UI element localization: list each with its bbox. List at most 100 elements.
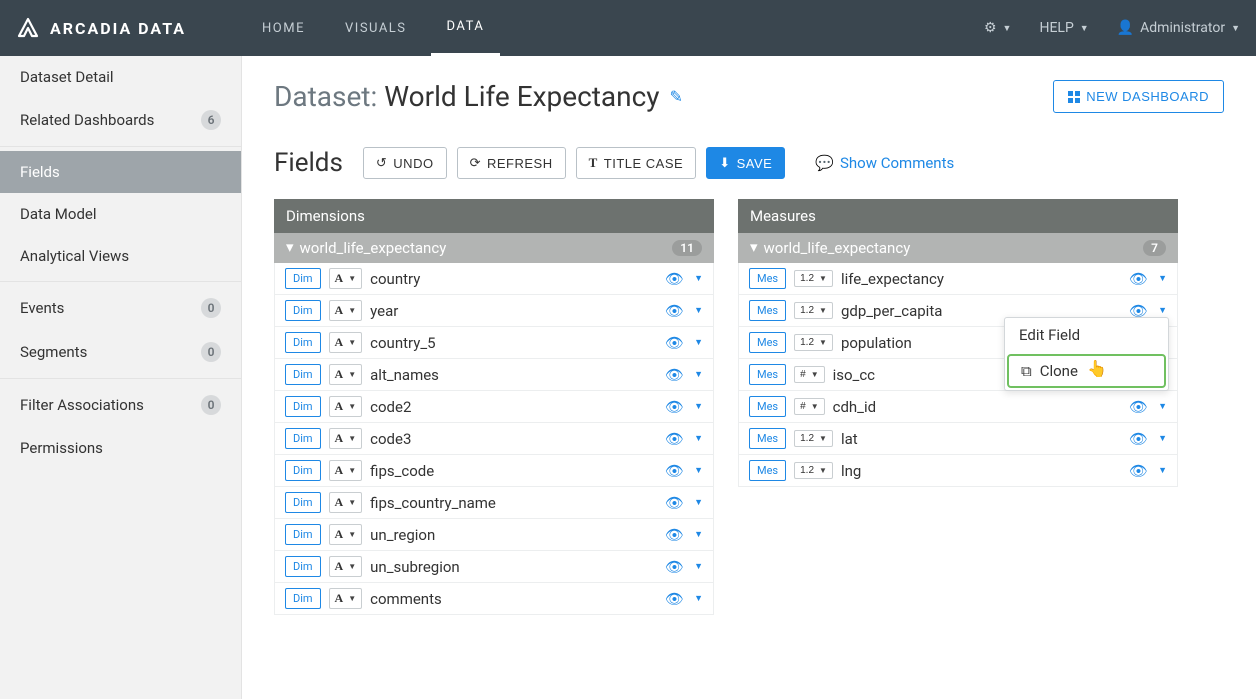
menu-edit-field[interactable]: Edit Field: [1005, 318, 1168, 352]
field-menu-caret[interactable]: ▼: [694, 337, 703, 348]
type-selector[interactable]: A▼: [329, 428, 363, 449]
sidebar-item-aviews[interactable]: Analytical Views: [0, 235, 241, 277]
field-menu-caret[interactable]: ▼: [694, 401, 703, 412]
field-menu-caret[interactable]: ▼: [694, 497, 703, 508]
field-menu-caret[interactable]: ▼: [1158, 401, 1167, 412]
undo-label: UNDO: [393, 156, 433, 171]
field-menu-caret[interactable]: ▼: [1158, 465, 1167, 476]
dim-tag: Dim: [285, 492, 321, 513]
field-menu-caret[interactable]: ▼: [694, 465, 703, 476]
type-selector[interactable]: A▼: [329, 556, 363, 577]
type-selector[interactable]: #▼: [794, 398, 824, 415]
visibility-icon[interactable]: 👁: [1129, 430, 1148, 448]
fields-heading: Fields: [274, 148, 343, 178]
visibility-icon[interactable]: 👁: [665, 526, 684, 544]
titlecase-button[interactable]: TTITLE CASE: [576, 147, 697, 179]
visibility-icon[interactable]: 👁: [1129, 270, 1148, 288]
visibility-icon[interactable]: 👁: [665, 462, 684, 480]
field-row: DimA▼fips_country_name👁▼: [274, 487, 714, 519]
gear-icon: ⚙: [984, 20, 997, 36]
brand-logo-icon: [16, 16, 40, 40]
field-menu-caret[interactable]: ▼: [694, 529, 703, 540]
dim-tag: Dim: [285, 524, 321, 545]
nav-data[interactable]: DATA: [431, 0, 501, 56]
field-menu-caret[interactable]: ▼: [694, 369, 703, 380]
field-menu-caret[interactable]: ▼: [694, 561, 703, 572]
visibility-icon[interactable]: 👁: [665, 590, 684, 608]
sidebar-item-detail[interactable]: Dataset Detail: [0, 56, 241, 98]
field-menu-caret[interactable]: ▼: [694, 273, 703, 284]
group-name: world_life_expectancy: [764, 239, 911, 257]
mes-tag: Mes: [749, 364, 786, 385]
type-selector[interactable]: A▼: [329, 588, 363, 609]
type-selector[interactable]: A▼: [329, 460, 363, 481]
measures-panel: Measures ▾world_life_expectancy 7 Mes1.2…: [738, 199, 1178, 615]
type-selector[interactable]: 1.2▼: [794, 302, 833, 319]
measures-group-header[interactable]: ▾world_life_expectancy 7: [738, 233, 1178, 263]
mes-tag: Mes: [749, 396, 786, 417]
type-selector[interactable]: 1.2▼: [794, 334, 833, 351]
type-selector[interactable]: 1.2▼: [794, 430, 833, 447]
visibility-icon[interactable]: 👁: [1129, 462, 1148, 480]
field-menu-caret[interactable]: ▼: [1158, 305, 1167, 316]
visibility-icon[interactable]: 👁: [665, 494, 684, 512]
count-badge: 0: [201, 298, 221, 318]
visibility-icon[interactable]: 👁: [1129, 398, 1148, 416]
type-selector[interactable]: A▼: [329, 524, 363, 545]
nav-home[interactable]: HOME: [246, 0, 321, 56]
field-name: un_subregion: [370, 558, 657, 576]
new-dashboard-button[interactable]: NEW DASHBOARD: [1053, 80, 1224, 113]
type-selector[interactable]: 1.2▼: [794, 462, 833, 479]
field-menu-caret[interactable]: ▼: [694, 305, 703, 316]
visibility-icon[interactable]: 👁: [665, 558, 684, 576]
save-button[interactable]: ⬇SAVE: [706, 147, 785, 179]
dim-tag: Dim: [285, 268, 321, 289]
sidebar-item-events[interactable]: Events0: [0, 286, 241, 330]
field-menu-caret[interactable]: ▼: [1158, 273, 1167, 284]
sidebar-item-segments[interactable]: Segments0: [0, 330, 241, 374]
nav-visuals[interactable]: VISUALS: [329, 0, 423, 56]
field-menu-caret[interactable]: ▼: [694, 593, 703, 604]
visibility-icon[interactable]: 👁: [665, 366, 684, 384]
type-selector[interactable]: A▼: [329, 300, 363, 321]
field-menu-caret[interactable]: ▼: [1158, 433, 1167, 444]
field-row: Mes1.2▼lat👁▼: [738, 423, 1178, 455]
sidebar-item-model[interactable]: Data Model: [0, 193, 241, 235]
field-row: DimA▼country_5👁▼: [274, 327, 714, 359]
sidebar-item-filters[interactable]: Filter Associations0: [0, 383, 241, 427]
dimensions-header: Dimensions: [274, 199, 714, 233]
show-comments-label: Show Comments: [840, 154, 954, 172]
visibility-icon[interactable]: 👁: [665, 334, 684, 352]
user-menu[interactable]: 👤 Administrator ▼: [1117, 20, 1240, 36]
visibility-icon[interactable]: 👁: [665, 270, 684, 288]
brand[interactable]: ARCADIA DATA: [16, 16, 186, 40]
visibility-icon[interactable]: 👁: [665, 302, 684, 320]
dim-tag: Dim: [285, 300, 321, 321]
sidebar-item-related[interactable]: Related Dashboards6: [0, 98, 241, 142]
type-selector[interactable]: 1.2▼: [794, 270, 833, 287]
grid-icon: [1068, 91, 1080, 103]
settings-menu[interactable]: ⚙ ▼: [984, 20, 1011, 36]
sidebar-item-perms[interactable]: Permissions: [0, 427, 241, 469]
type-selector[interactable]: A▼: [329, 332, 363, 353]
dim-tag: Dim: [285, 332, 321, 353]
type-selector[interactable]: A▼: [329, 396, 363, 417]
dimensions-group-header[interactable]: ▾world_life_expectancy 11: [274, 233, 714, 263]
edit-dataset-icon[interactable]: ✎: [670, 87, 683, 106]
visibility-icon[interactable]: 👁: [665, 430, 684, 448]
refresh-button[interactable]: ⟳REFRESH: [457, 147, 566, 179]
sidebar-item-label: Analytical Views: [20, 247, 129, 265]
undo-icon: ↺: [376, 155, 387, 171]
sidebar-item-fields[interactable]: Fields: [0, 151, 241, 193]
help-menu[interactable]: HELP ▼: [1039, 20, 1088, 36]
menu-clone[interactable]: ⧉Clone: [1007, 354, 1166, 388]
type-selector[interactable]: A▼: [329, 492, 363, 513]
user-label: Administrator: [1140, 20, 1225, 36]
field-menu-caret[interactable]: ▼: [694, 433, 703, 444]
undo-button[interactable]: ↺ UNDO: [363, 147, 447, 179]
type-selector[interactable]: A▼: [329, 364, 363, 385]
visibility-icon[interactable]: 👁: [665, 398, 684, 416]
type-selector[interactable]: #▼: [794, 366, 824, 383]
show-comments-link[interactable]: 💬Show Comments: [815, 154, 954, 172]
type-selector[interactable]: A▼: [329, 268, 363, 289]
